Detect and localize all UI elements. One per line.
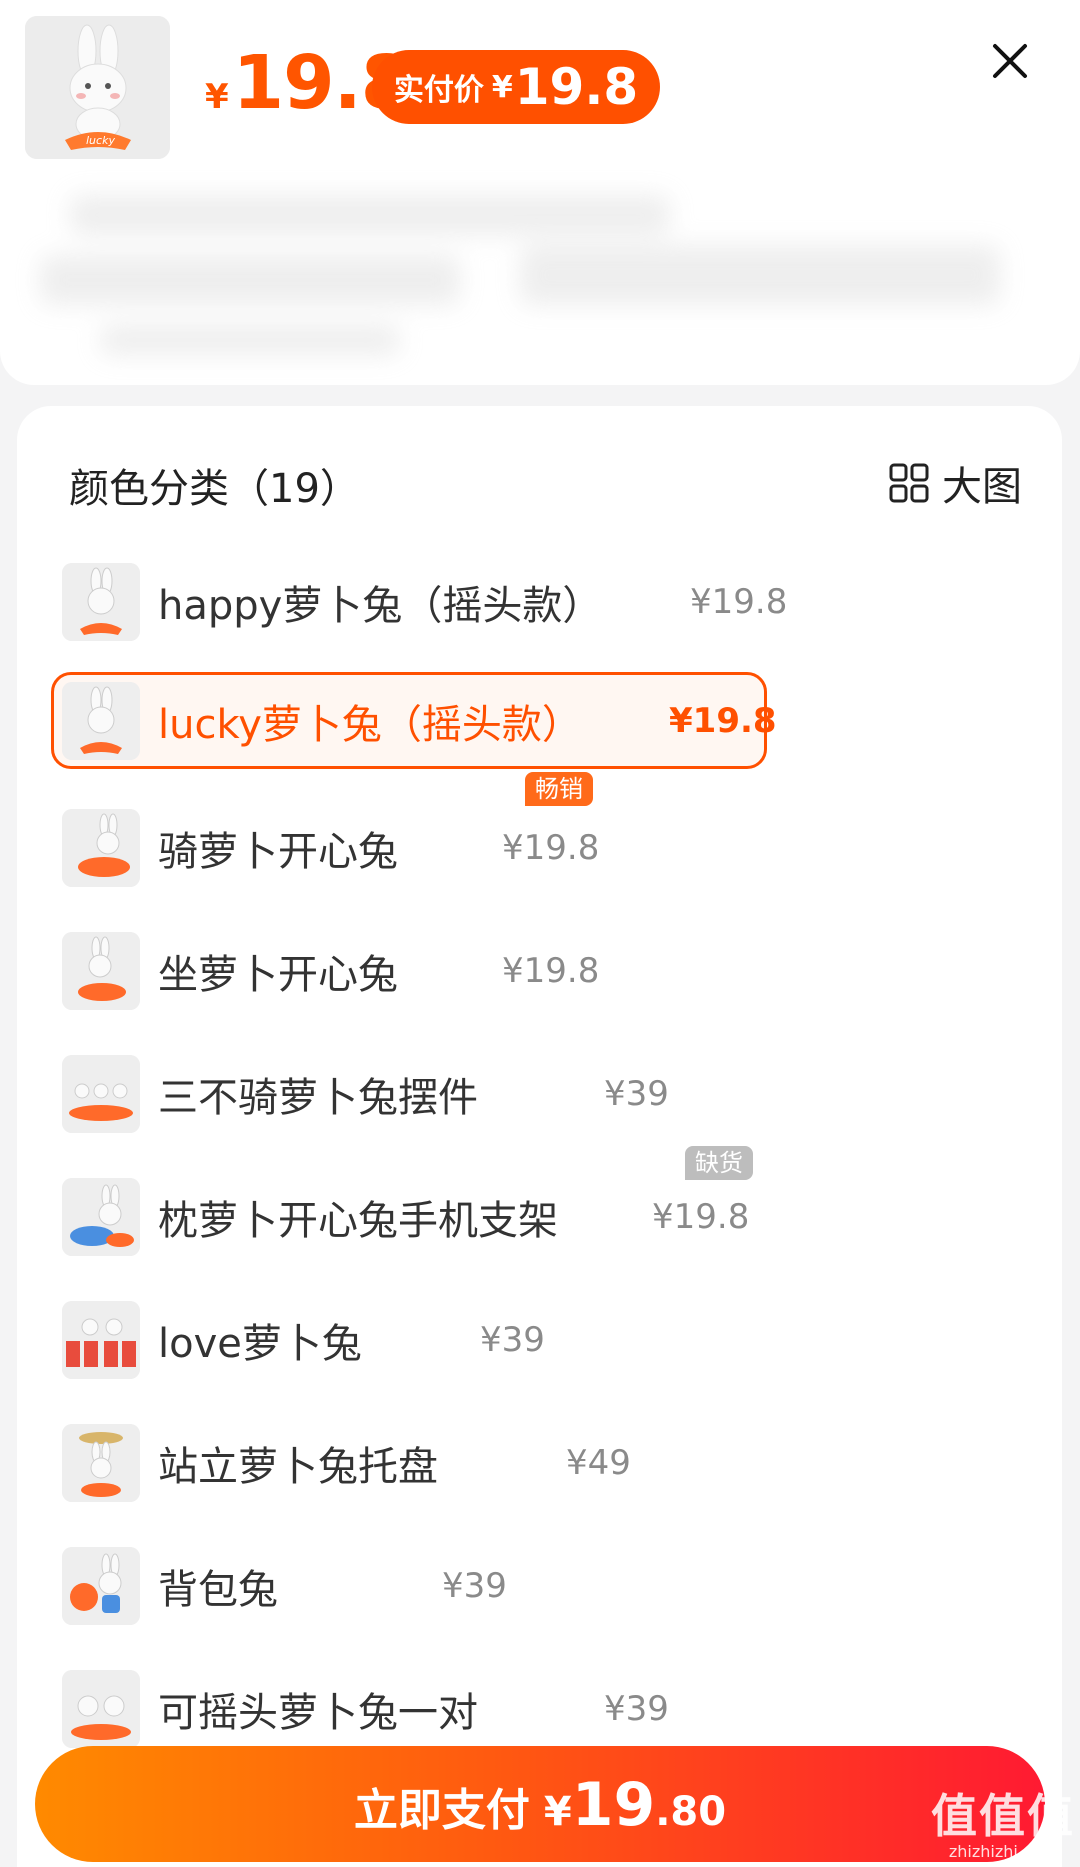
option-item[interactable]: 枕萝卜开心兔手机支架 ¥19.8 [54, 1169, 754, 1265]
option-price: ¥39 [480, 1320, 545, 1360]
watermark-url: zhizhizhi.com [948, 1842, 1058, 1861]
product-thumbnail[interactable]: lucky [25, 16, 170, 159]
currency-symbol: ¥ [205, 77, 229, 117]
option-name: 站立萝卜兔托盘 [158, 1444, 438, 1490]
option-name: 坐萝卜开心兔 [158, 952, 398, 998]
svg-text:lucky: lucky [86, 134, 115, 147]
option-thumbnail [62, 932, 140, 1010]
option-price: ¥19.8 [502, 951, 600, 991]
option-price: ¥19.8 [690, 582, 788, 622]
option-thumbnail [62, 1301, 140, 1379]
option-thumbnail [62, 809, 140, 887]
option-thumbnail [62, 1670, 140, 1748]
sku-options-card: 颜色分类（19） 大图 happy萝卜兔（摇头款） ¥19.8 lucky萝卜兔… [17, 406, 1062, 1867]
option-name: 三不骑萝卜兔摆件 [158, 1075, 478, 1121]
pay-now-label: 立即支付 [353, 1785, 530, 1836]
option-price: ¥49 [566, 1443, 631, 1483]
option-price: ¥19.8 [669, 700, 777, 741]
site-watermark: 值值值 zhizhizhi.com [928, 1780, 1078, 1864]
option-name: 可摇头萝卜兔一对 [158, 1690, 478, 1736]
pay-amount-integer: 19 [571, 1770, 656, 1840]
option-name: 骑萝卜开心兔 [158, 829, 398, 875]
option-thumbnail [62, 1547, 140, 1625]
option-price: ¥39 [604, 1689, 669, 1729]
grid-icon [889, 463, 929, 503]
actual-pay-label: 实付价 [393, 73, 484, 108]
large-view-toggle[interactable]: 大图 [888, 454, 1022, 512]
option-thumbnail [62, 681, 140, 760]
option-price: ¥19.8 [652, 1197, 750, 1237]
product-summary-panel: lucky ¥ 19.8 实付价 ¥ 19.8 [0, 0, 1080, 385]
option-item[interactable]: 骑萝卜开心兔 ¥19.8 [54, 800, 614, 896]
option-item[interactable]: 坐萝卜开心兔 ¥19.8 [54, 923, 614, 1019]
option-item[interactable]: 站立萝卜兔托盘 ¥49 [54, 1415, 631, 1511]
option-thumbnail [62, 563, 140, 641]
option-item[interactable]: 三不骑萝卜兔摆件 ¥39 [54, 1046, 674, 1142]
option-thumbnail [62, 1178, 140, 1256]
option-name: lucky萝卜兔（摇头款） [158, 701, 582, 748]
option-item-selected[interactable]: lucky萝卜兔（摇头款） ¥19.8 [51, 672, 777, 769]
option-name: 枕萝卜开心兔手机支架 [158, 1198, 558, 1244]
watermark-logo: 值值值 [931, 1789, 1075, 1843]
option-price: ¥39 [604, 1074, 669, 1114]
option-item[interactable]: 背包兔 ¥39 [54, 1538, 554, 1634]
close-icon [993, 44, 1027, 78]
option-item[interactable]: love萝卜兔 ¥39 [54, 1292, 614, 1388]
actual-pay-price-badge: 实付价 ¥ 19.8 [372, 50, 660, 124]
currency-symbol: ¥ [491, 69, 513, 105]
rabbit-figurine-image: lucky [25, 16, 170, 159]
actual-pay-value: 19.8 [514, 58, 639, 116]
option-price: ¥19.8 [502, 828, 600, 868]
pay-now-button[interactable]: 立即支付 ¥ 19 .80 [35, 1746, 1045, 1862]
option-thumbnail [62, 1055, 140, 1133]
section-title: 颜色分类（19） [69, 466, 360, 512]
option-item[interactable]: happy萝卜兔（摇头款） ¥19.8 [54, 554, 787, 650]
option-name: love萝卜兔 [158, 1321, 362, 1367]
option-name: 背包兔 [158, 1567, 278, 1613]
option-price: ¥39 [442, 1566, 507, 1606]
pay-amount-decimal: .80 [655, 1789, 727, 1835]
option-name: happy萝卜兔（摇头款） [158, 583, 603, 629]
blurred-content [40, 175, 1040, 365]
option-thumbnail [62, 1424, 140, 1502]
close-button[interactable] [985, 36, 1035, 86]
large-view-label: 大图 [942, 464, 1022, 510]
currency-symbol: ¥ [543, 1789, 572, 1835]
option-item[interactable]: 可摇头萝卜兔一对 ¥39 [54, 1661, 674, 1757]
